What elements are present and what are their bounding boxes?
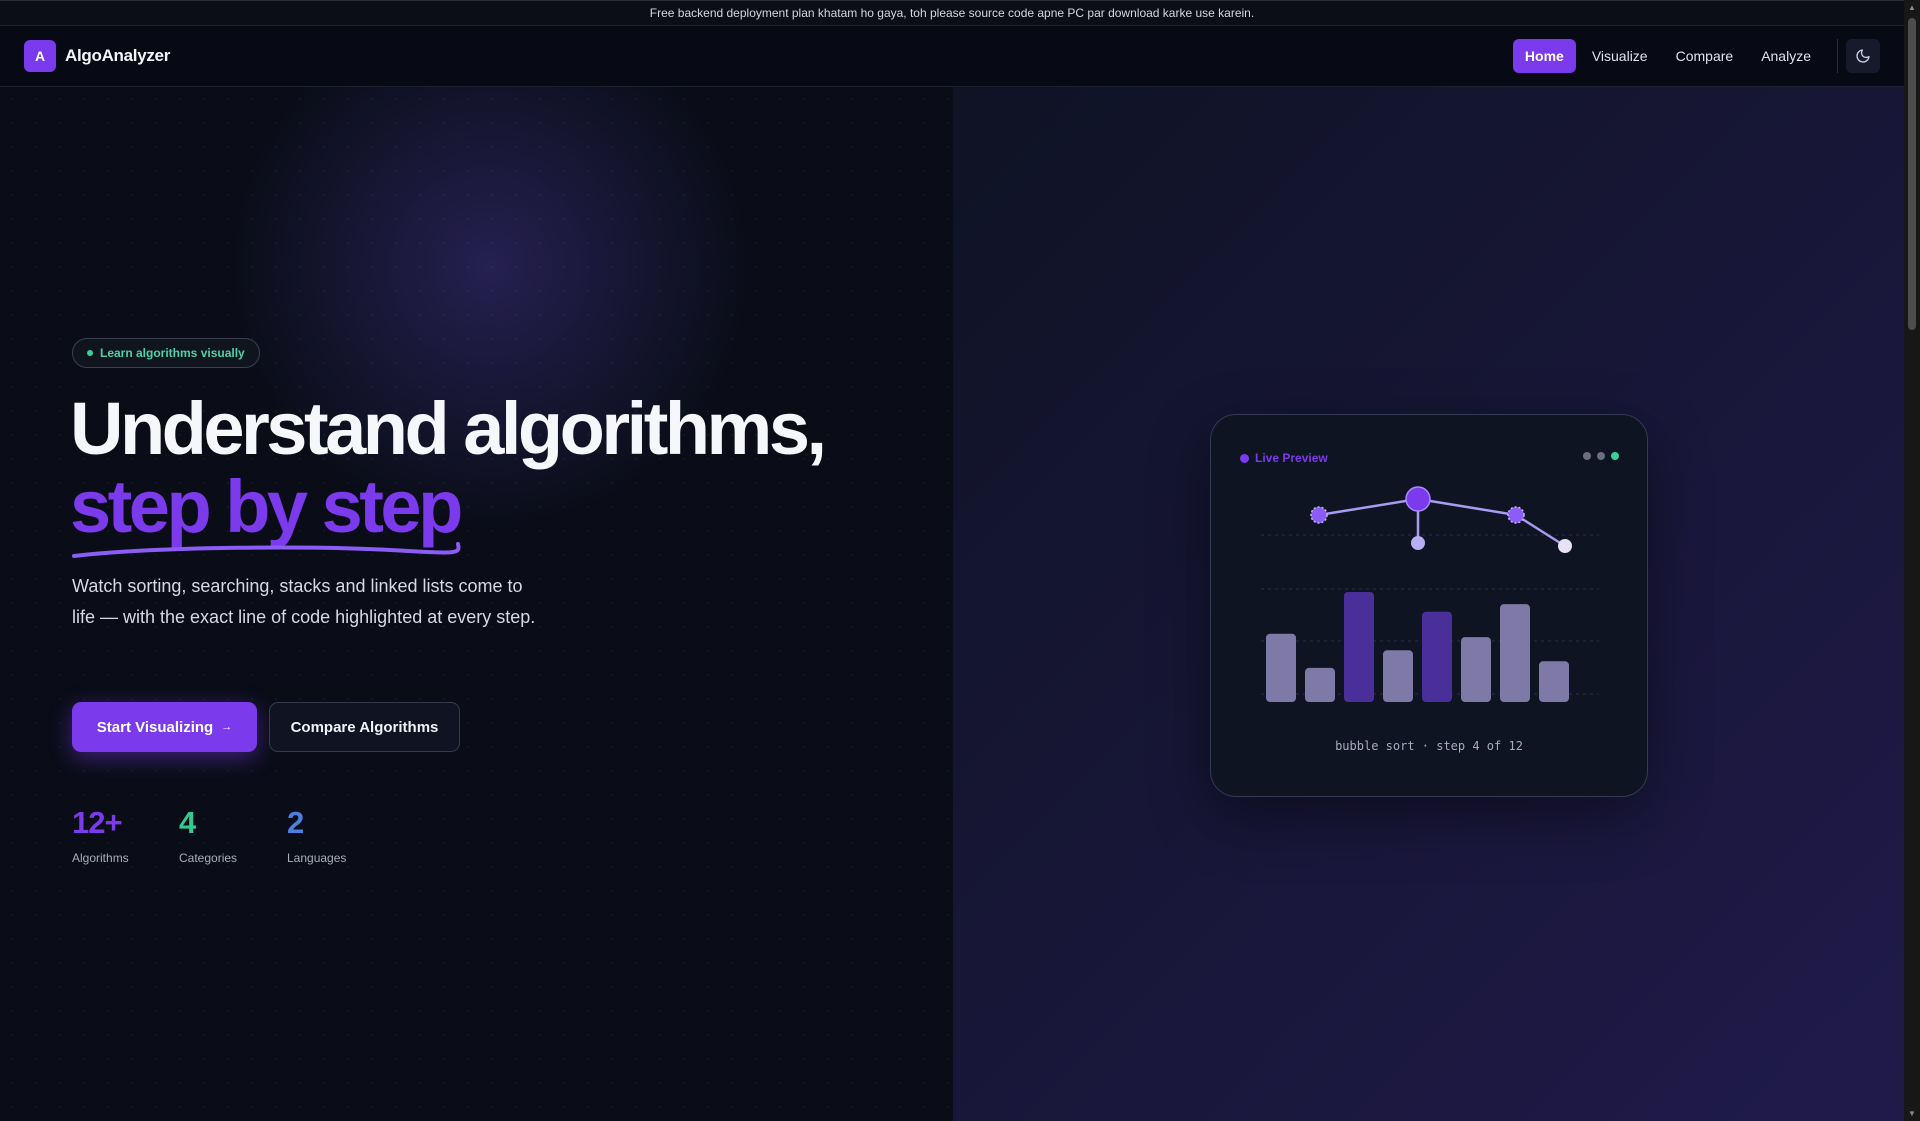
node-graph xyxy=(1310,486,1572,553)
nav-links: Home Visualize Compare Analyze xyxy=(1509,39,1880,73)
bar xyxy=(1383,650,1413,702)
stat-value: 2 xyxy=(287,805,304,840)
nav-divider xyxy=(1837,39,1838,73)
hero-badge: Learn algorithms visually xyxy=(72,338,260,368)
compare-algorithms-button[interactable]: Compare Algorithms xyxy=(269,702,460,752)
start-visualizing-label: Start Visualizing xyxy=(96,718,214,736)
preview-caption: bubble sort · step 4 of 12 xyxy=(1335,739,1523,753)
nav-link-home[interactable]: Home xyxy=(1512,39,1576,73)
bar-chart xyxy=(1266,592,1569,702)
nav-link-analyze[interactable]: Analyze xyxy=(1749,39,1823,73)
announcement-banner: Free backend deployment plan khatam ho g… xyxy=(0,0,1904,26)
window-dot-icon xyxy=(1611,452,1619,460)
hero-section: Learn algorithms visually Understand alg… xyxy=(0,87,1904,1121)
graph-node xyxy=(1310,506,1328,524)
page-scrollbar[interactable]: ▲ ▼ xyxy=(1904,0,1920,1121)
badge-dot-icon xyxy=(87,350,93,356)
bar xyxy=(1539,661,1569,702)
stat-languages: 2 Languages xyxy=(287,805,346,865)
nav-link-visualize[interactable]: Visualize xyxy=(1580,39,1660,73)
stat-value: 4 xyxy=(179,805,196,840)
scroll-up-icon[interactable]: ▲ xyxy=(1908,3,1916,12)
theme-toggle-button[interactable] xyxy=(1846,39,1880,73)
scrollbar-thumb[interactable] xyxy=(1908,18,1916,330)
graph-node xyxy=(1411,536,1425,550)
start-visualizing-button[interactable]: Start Visualizing → xyxy=(72,702,257,752)
banner-text: Free backend deployment plan khatam ho g… xyxy=(649,6,1255,20)
bar xyxy=(1500,604,1530,702)
bar xyxy=(1461,637,1491,702)
stat-label: Languages xyxy=(287,851,347,865)
bar xyxy=(1266,633,1296,702)
window-dot-icon xyxy=(1597,452,1605,460)
bar xyxy=(1422,611,1452,702)
stat-algorithms: 12+ Algorithms xyxy=(72,805,129,865)
live-preview-card: Live Preview bubble sort · step 4 of 12 xyxy=(1210,414,1648,797)
window-dot-icon xyxy=(1583,452,1591,460)
preview-title-text: Live Preview xyxy=(1255,451,1328,465)
arrow-right-icon: → xyxy=(221,721,233,733)
stat-label: Categories xyxy=(179,851,238,865)
navbar: A AlgoAnalyzer Home Visualize Compare An… xyxy=(0,26,1904,87)
title-underline-decoration xyxy=(72,542,461,558)
scroll-down-icon[interactable]: ▼ xyxy=(1908,1109,1916,1118)
badge-text: Learn algorithms visually xyxy=(100,346,245,360)
preview-title: Live Preview xyxy=(1240,451,1328,465)
hero-title-highlight: step by step xyxy=(70,465,463,548)
graph-node-active xyxy=(1405,486,1431,512)
moon-icon xyxy=(1856,49,1870,63)
live-dot-icon xyxy=(1240,453,1249,463)
nav-link-compare[interactable]: Compare xyxy=(1664,39,1746,73)
stat-categories: 4 Categories xyxy=(179,805,237,865)
bar xyxy=(1305,667,1335,702)
window-dots xyxy=(1577,452,1619,460)
hero-title: Understand algorithms, xyxy=(70,387,827,470)
logo-icon[interactable]: A xyxy=(24,40,56,72)
stat-value: 12+ xyxy=(72,805,123,840)
bar xyxy=(1344,592,1374,702)
graph-node xyxy=(1507,506,1525,524)
stat-label: Algorithms xyxy=(72,851,129,865)
hero-description: Watch sorting, searching, stacks and lin… xyxy=(72,576,536,627)
graph-node xyxy=(1558,539,1572,553)
brand-name[interactable]: AlgoAnalyzer xyxy=(65,46,170,66)
